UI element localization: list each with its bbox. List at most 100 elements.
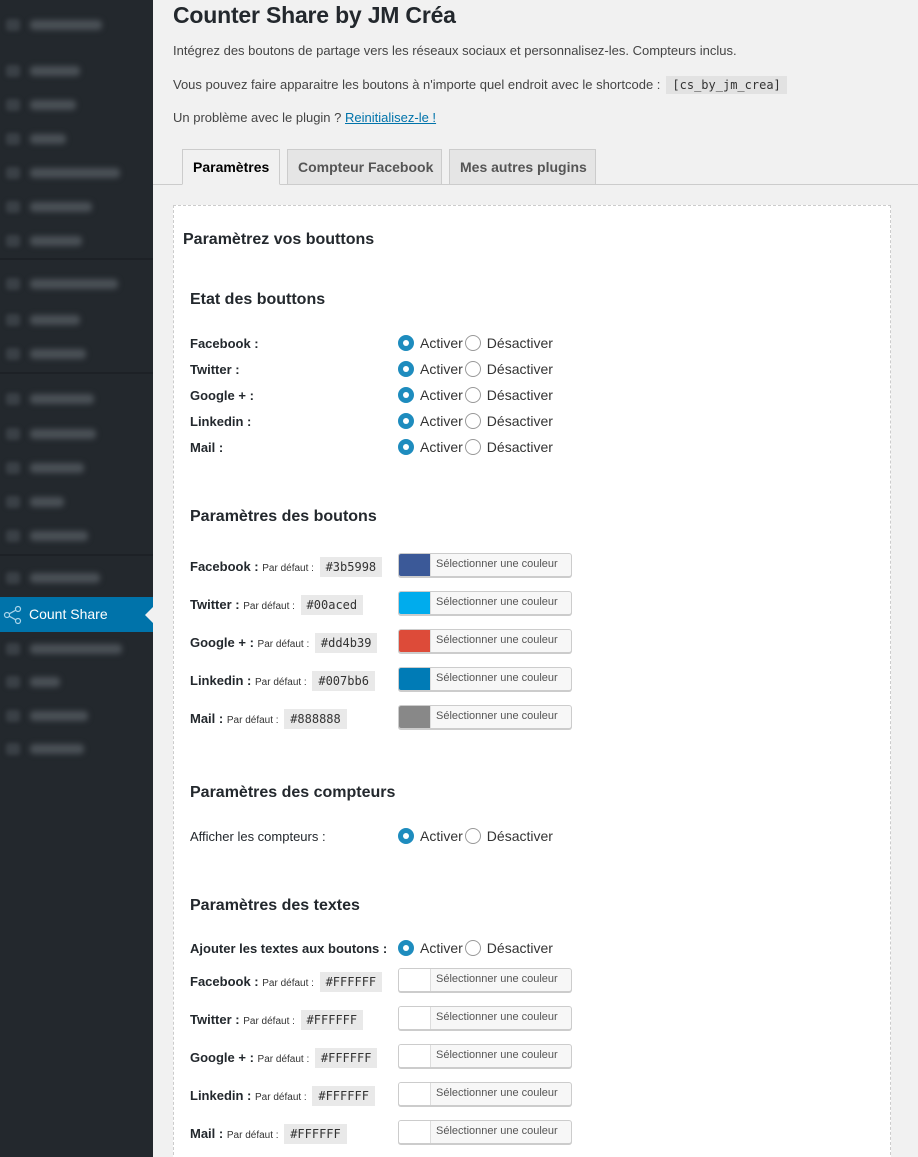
sidebar-menu-item[interactable] — [0, 738, 153, 760]
sidebar-menu-item[interactable] — [0, 671, 153, 693]
sidebar-menu-item[interactable] — [0, 128, 153, 150]
select-color-button[interactable]: Sélectionner une couleur — [398, 667, 572, 691]
menu-label-blurred — [30, 497, 64, 507]
default-color-code: #00aced — [300, 595, 364, 615]
select-color-label: Sélectionner une couleur — [436, 596, 558, 608]
select-color-button[interactable]: Sélectionner une couleur — [398, 553, 572, 577]
sidebar-menu-item[interactable] — [0, 162, 153, 184]
menu-label-blurred — [30, 66, 80, 76]
par-defaut-label: Par défaut : — [257, 639, 310, 650]
menu-icon — [6, 572, 20, 584]
etat-4-radio-group: Activer Désactiver — [398, 439, 553, 455]
sidebar-menu-item[interactable] — [0, 273, 153, 295]
sidebar-menu-item[interactable] — [0, 196, 153, 218]
menu-label-blurred — [30, 168, 120, 178]
boutons-color-row-label: Mail : Par défaut : #888888 — [190, 709, 347, 729]
compteurs-radio-desactiver[interactable] — [464, 828, 481, 844]
par-defaut-label: Par défaut : — [255, 1092, 307, 1103]
select-color-button[interactable]: Sélectionner une couleur — [398, 629, 572, 653]
sidebar-menu-item[interactable] — [0, 423, 153, 445]
select-color-label: Sélectionner une couleur — [436, 634, 558, 646]
sidebar-menu-item[interactable] — [0, 388, 153, 410]
shortcode-code: [cs_by_jm_crea] — [666, 76, 787, 94]
select-color-button[interactable]: Sélectionner une couleur — [398, 1082, 572, 1106]
desactiver-label: Désactiver — [486, 335, 553, 351]
etat-4-radio-desactiver[interactable] — [464, 439, 481, 455]
tab-compteur-facebook[interactable]: Compteur Facebook — [287, 149, 442, 185]
activer-label: Activer — [420, 387, 463, 403]
sidebar-menu-item[interactable] — [0, 14, 153, 36]
etat-1-radio-desactiver[interactable] — [464, 361, 481, 377]
select-color-button[interactable]: Sélectionner une couleur — [398, 705, 572, 729]
etat-1-radio-activer[interactable] — [398, 361, 414, 377]
menu-icon — [6, 167, 20, 179]
sidebar-menu-item[interactable] — [0, 60, 153, 82]
sidebar-menu-item[interactable] — [0, 457, 153, 479]
menu-icon — [6, 496, 20, 508]
select-color-button[interactable]: Sélectionner une couleur — [398, 1120, 572, 1144]
etat-0-radio-desactiver[interactable] — [464, 335, 481, 351]
sidebar-menu-item[interactable] — [0, 705, 153, 727]
etat-4-radio-activer[interactable] — [398, 439, 414, 455]
color-swatch — [399, 1045, 431, 1067]
select-color-button[interactable]: Sélectionner une couleur — [398, 968, 572, 992]
sidebar-menu-item[interactable] — [0, 94, 153, 116]
activer-label: Activer — [420, 439, 463, 455]
etat-row-label: Facebook : — [190, 336, 259, 351]
menu-icon — [6, 428, 20, 440]
color-swatch — [399, 1007, 431, 1029]
etat-3-radio-desactiver[interactable] — [464, 413, 481, 429]
select-color-label: Sélectionner une couleur — [436, 1049, 558, 1061]
menu-label-blurred — [30, 677, 60, 687]
compteurs-radio-activer[interactable] — [398, 828, 414, 844]
main-content: Counter Share by JM Créa Intégrez des bo… — [153, 0, 918, 1157]
menu-label-blurred — [30, 429, 96, 439]
default-color-code: #FFFFFF — [312, 1086, 375, 1106]
sidebar-item-count-share[interactable]: Count Share — [0, 597, 153, 632]
sidebar-menu-item[interactable] — [0, 525, 153, 547]
sidebar-menu-item[interactable] — [0, 309, 153, 331]
etat-2-radio-activer[interactable] — [398, 387, 414, 403]
sidebar-menu-item[interactable] — [0, 343, 153, 365]
etat-row-label: Mail : — [190, 440, 224, 455]
desactiver-label: Désactiver — [486, 413, 553, 429]
etat-3-radio-activer[interactable] — [398, 413, 414, 429]
activer-label: Activer — [420, 361, 463, 377]
menu-icon — [6, 348, 20, 360]
sidebar-menu-item[interactable] — [0, 230, 153, 252]
sidebar-menu-item[interactable] — [0, 491, 153, 513]
etat-2-radio-group: Activer Désactiver — [398, 387, 553, 403]
activer-label: Activer — [420, 413, 463, 429]
menu-icon — [6, 710, 20, 722]
textes-radio-desactiver[interactable] — [464, 940, 481, 956]
menu-icon — [6, 462, 20, 474]
select-color-label: Sélectionner une couleur — [436, 558, 558, 570]
tab-mes-autres-plugins[interactable]: Mes autres plugins — [449, 149, 596, 185]
activer-label: Activer — [420, 828, 463, 844]
select-color-button[interactable]: Sélectionner une couleur — [398, 1044, 572, 1068]
textes-radio-activer[interactable] — [398, 940, 414, 956]
menu-label-blurred — [30, 744, 84, 754]
reset-link[interactable]: Reinitialisez-le ! — [345, 110, 436, 125]
sidebar-menu-item[interactable] — [0, 567, 153, 589]
etat-2-radio-desactiver[interactable] — [464, 387, 481, 403]
select-color-button[interactable]: Sélectionner une couleur — [398, 1006, 572, 1030]
active-menu-arrow — [145, 607, 153, 623]
tab-parametres[interactable]: Paramètres — [182, 149, 280, 185]
network-label: Twitter : — [190, 1012, 240, 1027]
menu-separator — [0, 554, 153, 556]
textes-color-row-label: Linkedin : Par défaut : #FFFFFF — [190, 1086, 375, 1106]
compteurs-radio-group: Activer Désactiver — [398, 828, 553, 844]
menu-icon — [6, 314, 20, 326]
menu-label-blurred — [30, 463, 84, 473]
par-defaut-label: Par défaut : — [243, 1016, 295, 1027]
etat-row-label: Twitter : — [190, 362, 240, 377]
activer-label: Activer — [420, 940, 463, 956]
etat-0-radio-activer[interactable] — [398, 335, 414, 351]
sidebar-menu-item[interactable] — [0, 638, 153, 660]
select-color-button[interactable]: Sélectionner une couleur — [398, 591, 572, 615]
default-color-code: #FFFFFF — [284, 1124, 347, 1144]
intro-reset: Un problème avec le plugin ? Reinitialis… — [173, 110, 436, 125]
network-label: Twitter : — [190, 597, 240, 612]
menu-label-blurred — [30, 279, 118, 289]
